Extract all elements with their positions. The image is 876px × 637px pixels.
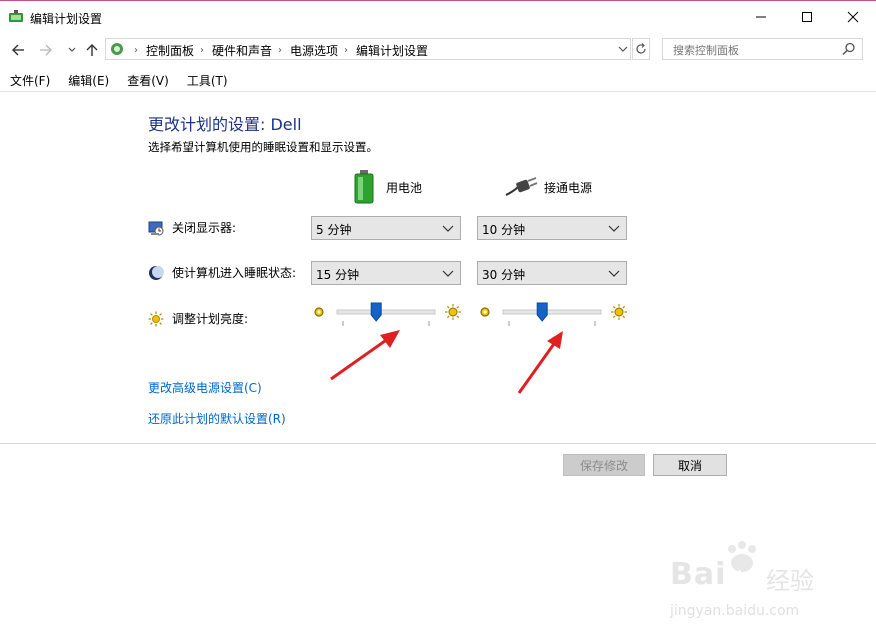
- save-changes-button[interactable]: 保存修改: [563, 454, 645, 476]
- brightness-label: 调整计划亮度:: [172, 312, 249, 326]
- maximize-button[interactable]: [784, 1, 830, 33]
- refresh-button[interactable]: [632, 38, 650, 60]
- slider-thumb: [536, 302, 548, 322]
- watermark-brand: Bai: [670, 557, 727, 592]
- divider: [0, 443, 876, 444]
- chevron-down-icon: [68, 47, 76, 52]
- window: 编辑计划设置 › 控制面板 › 硬件和声音 › 电源选项 › 编辑计划设置 搜索…: [0, 0, 876, 637]
- refresh-icon: [636, 43, 646, 54]
- menu-view[interactable]: 查看(V): [117, 69, 177, 91]
- battery-icon: [354, 170, 374, 204]
- menu-tools[interactable]: 工具(T): [177, 69, 236, 91]
- window-title: 编辑计划设置: [30, 12, 103, 26]
- display-off-label: 关闭显示器:: [172, 221, 237, 235]
- slider-track: [336, 309, 436, 315]
- sleep-battery-select[interactable]: 15 分钟: [311, 261, 461, 285]
- display-plugged-value: 10 分钟: [482, 223, 526, 237]
- search-box[interactable]: [662, 38, 863, 60]
- breadcrumb-edit-plan[interactable]: 编辑计划设置: [356, 42, 428, 59]
- arrow-left-icon: [12, 44, 24, 56]
- address-dropdown-icon[interactable]: [618, 41, 628, 57]
- minimize-icon: [756, 16, 766, 18]
- address-bar[interactable]: › 控制面板 › 硬件和声音 › 电源选项 › 编辑计划设置: [105, 38, 631, 60]
- breadcrumb-power-options[interactable]: 电源选项: [290, 42, 338, 59]
- breadcrumb-separator-icon: ›: [278, 45, 283, 56]
- slider-thumb: [370, 302, 382, 322]
- recent-locations-button[interactable]: [63, 40, 81, 60]
- slider-track: [502, 309, 602, 315]
- power-options-icon: [9, 10, 23, 22]
- display-battery-select[interactable]: 5 分钟: [311, 216, 461, 240]
- breadcrumb-separator-icon: ›: [134, 45, 138, 56]
- bright-sun-icon: [611, 304, 627, 320]
- chevron-down-icon: [442, 225, 454, 232]
- power-plug-icon: [505, 177, 538, 196]
- breadcrumb: › 控制面板 › 硬件和声音 › 电源选项 › 编辑计划设置: [128, 42, 428, 59]
- sleep-label: 使计算机进入睡眠状态:: [172, 266, 297, 280]
- annotation-arrow-battery: [330, 330, 400, 381]
- search-input[interactable]: [671, 41, 845, 59]
- display-battery-value: 5 分钟: [316, 223, 352, 237]
- row-brightness: 调整计划亮度:: [148, 310, 248, 327]
- watermark-paw-text: du: [732, 569, 752, 585]
- page-title: 更改计划的设置: Dell: [148, 115, 302, 134]
- watermark-url: jingyan.baidu.com: [670, 603, 800, 619]
- column-header-plugged-in: 接通电源: [504, 169, 592, 205]
- moon-icon: [149, 265, 164, 280]
- breadcrumb-hardware-sound[interactable]: 硬件和声音: [212, 42, 272, 59]
- chevron-down-icon: [608, 225, 620, 232]
- control-panel-icon: [111, 43, 123, 55]
- column-header-battery: 用电池: [352, 169, 422, 205]
- up-button[interactable]: [83, 40, 101, 60]
- search-icon: [842, 42, 855, 56]
- cancel-button[interactable]: 取消: [653, 454, 727, 476]
- advanced-power-settings-link[interactable]: 更改高级电源设置(C): [148, 379, 262, 396]
- menu-bar: 文件(F) 编辑(E) 查看(V) 工具(T): [0, 69, 876, 92]
- close-button[interactable]: [830, 1, 876, 33]
- sleep-plugged-value: 30 分钟: [482, 268, 526, 282]
- breadcrumb-separator-icon: ›: [344, 45, 349, 56]
- address-row: › 控制面板 › 硬件和声音 › 电源选项 › 编辑计划设置: [0, 37, 876, 63]
- sleep-plugged-select[interactable]: 30 分钟: [477, 261, 627, 285]
- chevron-down-icon: [608, 270, 620, 277]
- chevron-down-icon: [442, 270, 454, 277]
- plugged-in-label: 接通电源: [544, 180, 593, 195]
- watermark-cn: 经验: [766, 567, 814, 595]
- sleep-battery-value: 15 分钟: [316, 268, 360, 282]
- annotation-arrow-plugged: [517, 331, 563, 394]
- maximize-icon: [802, 12, 812, 22]
- row-sleep: 使计算机进入睡眠状态:: [148, 264, 296, 281]
- forward-button[interactable]: [37, 40, 55, 60]
- baidu-watermark: Bai du 经验 jingyan.baidu.com: [670, 539, 830, 619]
- menu-file[interactable]: 文件(F): [0, 69, 58, 91]
- arrow-right-icon: [40, 44, 52, 56]
- breadcrumb-separator-icon: ›: [200, 45, 205, 56]
- minimize-button[interactable]: [738, 1, 784, 33]
- page-description: 选择希望计算机使用的睡眠设置和显示设置。: [148, 140, 378, 154]
- monitor-clock-icon: [148, 221, 164, 235]
- row-display: 关闭显示器:: [148, 219, 236, 236]
- arrow-up-icon: [86, 44, 98, 56]
- display-plugged-select[interactable]: 10 分钟: [477, 216, 627, 240]
- sun-icon: [148, 311, 164, 326]
- close-icon: [847, 11, 859, 23]
- breadcrumb-control-panel[interactable]: 控制面板: [146, 42, 194, 59]
- restore-defaults-link[interactable]: 还原此计划的默认设置(R): [148, 410, 286, 427]
- battery-label: 用电池: [386, 180, 423, 195]
- title-bar: 编辑计划设置: [0, 1, 876, 33]
- menu-edit[interactable]: 编辑(E): [58, 69, 117, 91]
- bright-sun-icon: [445, 304, 461, 320]
- back-button[interactable]: [9, 40, 27, 60]
